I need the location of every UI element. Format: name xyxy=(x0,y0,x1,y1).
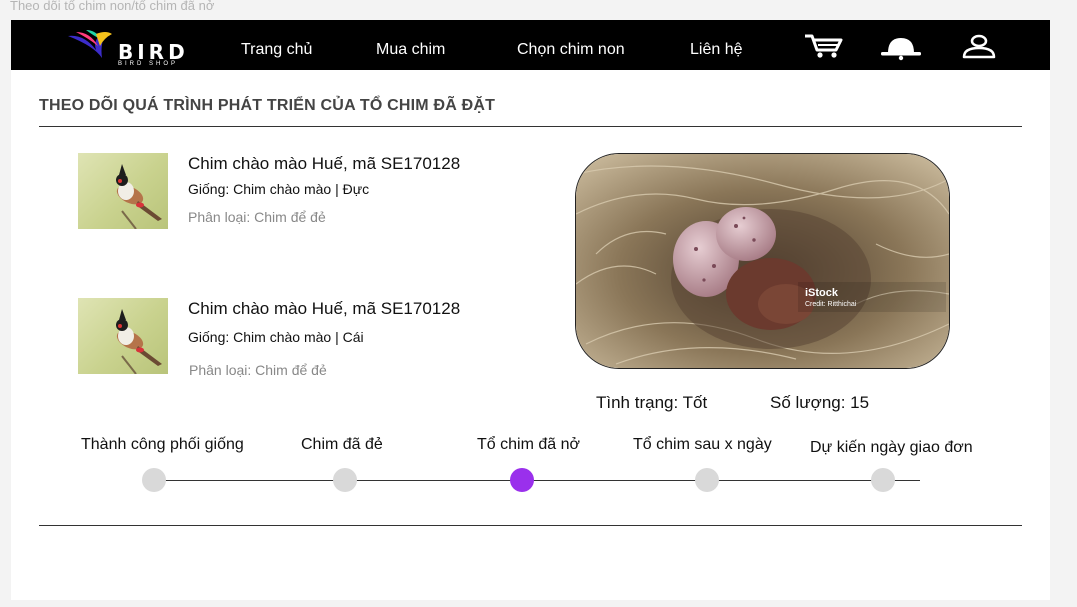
nav-home[interactable]: Trang chủ xyxy=(241,41,312,59)
step-dot[interactable] xyxy=(333,468,357,492)
step-label: Chim đã đẻ xyxy=(301,436,383,453)
bird-image xyxy=(116,164,162,229)
page-title: THEO DÕI QUÁ TRÌNH PHÁT TRIỂN CỦA TỔ CHI… xyxy=(39,97,496,114)
bird-type: Phân loại: Chim để đẻ xyxy=(188,209,326,225)
bell-icon[interactable] xyxy=(879,33,923,66)
tracking-card: THEO DÕI QUÁ TRÌNH PHÁT TRIỂN CỦA TỔ CHI… xyxy=(11,70,1050,600)
bird-logo-icon xyxy=(68,30,112,58)
bird-thumbnail[interactable] xyxy=(78,298,168,374)
title-divider xyxy=(39,126,1022,127)
progress-track xyxy=(153,480,920,481)
logo[interactable]: BIRD BIRD SHOP xyxy=(66,28,196,67)
bird-thumbnail[interactable] xyxy=(78,153,168,229)
nav-contact[interactable]: Liên hệ xyxy=(690,41,743,59)
bird-type: Phân loại: Chim để đẻ xyxy=(189,362,327,378)
step-label: Tổ chim sau x ngày xyxy=(633,436,772,453)
photo-watermark: iStock xyxy=(805,287,839,299)
nav-choose-chicks[interactable]: Chọn chim non xyxy=(517,41,625,59)
bird-name: Chim chào mào Huế, mã SE170128 xyxy=(188,154,461,173)
nest-image: iStock Credit: Ritthichai xyxy=(576,154,949,368)
step-dot[interactable] xyxy=(142,468,166,492)
step-dot-active[interactable] xyxy=(510,468,534,492)
bird-breed: Giống: Chim chào mào | Đực xyxy=(188,181,370,197)
photo-credit: Credit: Ritthichai xyxy=(805,301,857,308)
step-dot[interactable] xyxy=(871,468,895,492)
bird-name: Chim chào mào Huế, mã SE170128 xyxy=(188,299,461,318)
navbar: BIRD BIRD SHOP Trang chủ Mua chim Chọn c… xyxy=(11,20,1050,70)
quantity-status: Số lượng: 15 xyxy=(770,393,870,412)
bird-breed: Giống: Chim chào mào | Cái xyxy=(188,329,364,345)
bottom-divider xyxy=(39,525,1022,526)
cart-icon[interactable] xyxy=(803,33,845,64)
condition-status: Tình trạng: Tốt xyxy=(596,393,708,412)
step-label: Thành công phối giống xyxy=(81,436,244,453)
frame-label: Theo dõi tổ chim non/tổ chim đã nở xyxy=(10,0,215,13)
nav-buy-birds[interactable]: Mua chim xyxy=(376,41,445,59)
step-dot[interactable] xyxy=(695,468,719,492)
bird-image xyxy=(116,309,162,374)
step-label: Tổ chim đã nở xyxy=(477,436,580,453)
nest-photo: iStock Credit: Ritthichai xyxy=(575,153,950,369)
step-label: Dự kiến ngày giao đơn xyxy=(810,439,973,456)
logo-subtext: BIRD SHOP xyxy=(118,61,179,67)
user-icon[interactable] xyxy=(959,33,999,66)
